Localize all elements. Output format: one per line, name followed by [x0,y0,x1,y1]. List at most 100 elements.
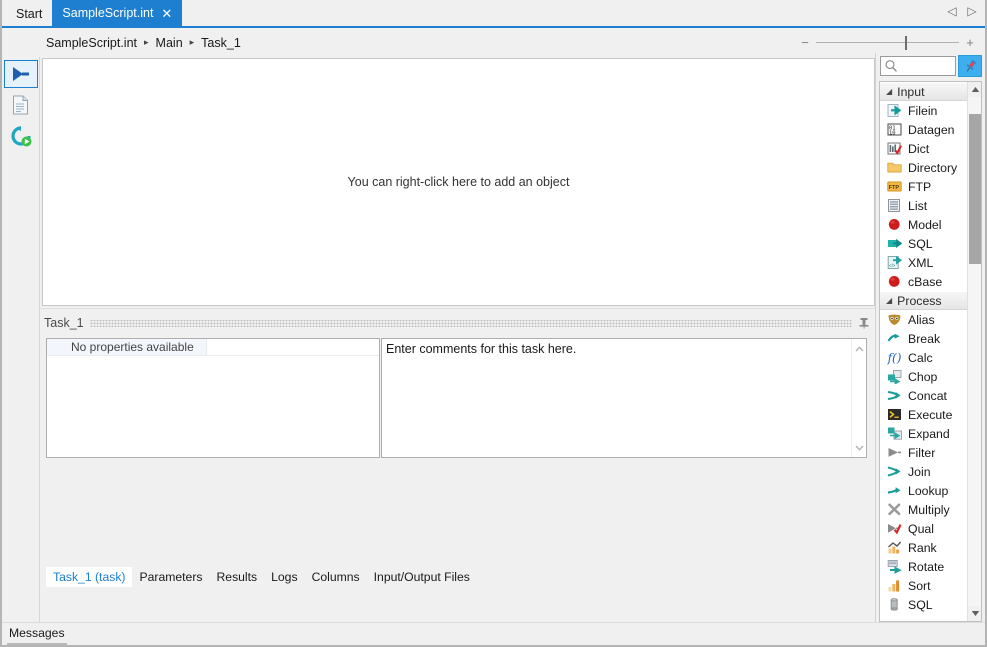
toolbox-item-sql-input[interactable]: SQL [880,234,967,253]
toolbox-item-filein[interactable]: Filein [880,101,967,120]
toolbox-item-directory[interactable]: Directory [880,158,967,177]
toolbox-item-label: Directory [908,161,957,175]
toolbox-item-label: XML [908,256,933,270]
toolbox-item-qual[interactable]: Qual [880,519,967,538]
properties-grid[interactable]: No properties available [46,338,380,458]
comments-text: Enter comments for this task here. [386,342,576,356]
toolbox-item-dict[interactable]: Dict [880,139,967,158]
scroll-down-icon[interactable] [852,440,867,455]
scroll-down-button[interactable] [968,606,982,621]
comments-scrollbar[interactable] [851,339,866,457]
toolbox-group-process[interactable]: ◢ Process [880,291,967,310]
toolbox-pin-button[interactable] [958,55,982,77]
toolbox-item-ftp[interactable]: FTP FTP [880,177,967,196]
tab-label: Logs [271,570,297,584]
toolbox-item-join[interactable]: Join [880,462,967,481]
toolbox-item-execute[interactable]: Execute [880,405,967,424]
zoom-slider[interactable] [816,34,959,52]
tab-task[interactable]: Task_1 (task) [46,567,132,587]
model-sphere-icon [886,217,902,233]
toolbox-item-label: Break [908,332,940,346]
svg-text:</>: </> [889,263,896,268]
toolbox-item-cbase[interactable]: cBase [880,272,967,291]
design-canvas[interactable]: You can right-click here to add an objec… [42,58,875,306]
rotate-icon [886,559,902,575]
toolbox-item-chop[interactable]: Chop [880,367,967,386]
search-field-wrapper[interactable] [880,56,956,76]
toolbox-item-filter[interactable]: Filter [880,443,967,462]
chevron-down-glyph [855,445,864,451]
scroll-up-icon[interactable] [852,341,867,356]
chevron-right-icon: ▸ [144,38,149,47]
breadcrumb-item-main[interactable]: Main [156,36,183,50]
tab-label: Input/Output Files [374,570,470,584]
toolbox-item-break[interactable]: Break [880,329,967,348]
folder-icon [886,160,902,176]
toolbox-item-list[interactable]: List [880,196,967,215]
toolbox-scrollbar[interactable] [967,82,981,621]
toolbox-item-alias[interactable]: Alias [880,310,967,329]
toolbox-item-label: Sort [908,579,931,593]
status-bar: Messages [2,622,985,645]
tab-parameters[interactable]: Parameters [132,567,209,587]
toolbox-item-lookup[interactable]: Lookup [880,481,967,500]
toolbox-item-model[interactable]: Model [880,215,967,234]
pin-icon[interactable] [856,315,872,331]
toolbox-item-sort[interactable]: Sort [880,576,967,595]
toolbox-item-rotate[interactable]: Rotate [880,557,967,576]
ftp-icon: FTP [886,179,902,195]
multiply-x-icon [886,502,902,518]
toolbox-item-partial[interactable] [880,614,967,621]
toolbox-item-xml[interactable]: </> XML [880,253,967,272]
tab-results[interactable]: Results [209,567,264,587]
toolbox-item-label: SQL [908,237,933,251]
close-icon[interactable]: ✕ [161,7,172,20]
document-tab-start[interactable]: Start [6,2,52,26]
zoom-in-button[interactable]: + [965,36,975,49]
tab-input-output-files[interactable]: Input/Output Files [367,567,477,587]
scroll-up-button[interactable] [968,82,982,97]
document-tab-label: Start [16,7,42,21]
zoom-out-button[interactable]: − [800,36,810,49]
toolbox-item-label: Filein [908,104,937,118]
toolbox-item-sql-process[interactable]: SQL [880,595,967,614]
toolbox-search-row [876,53,985,79]
qual-check-icon [886,521,902,537]
comments-textarea[interactable]: Enter comments for this task here. [381,338,867,458]
breadcrumb-item-task[interactable]: Task_1 [201,36,241,50]
left-icon-rail [2,57,40,645]
toolbox-item-multiply[interactable]: Multiply [880,500,967,519]
run-button[interactable] [4,60,38,88]
breadcrumb-item-script[interactable]: SampleScript.int [46,36,137,50]
zoom-slider-track [816,42,959,43]
toolbox-item-expand[interactable]: Expand [880,424,967,443]
breadcrumb: SampleScript.int ▸ Main ▸ Task_1 [46,28,241,57]
document-tab-samplescript[interactable]: SampleScript.int ✕ [52,0,182,26]
toolbox-item-label: Join [908,465,931,479]
chevron-left-icon[interactable]: ◁ [947,5,957,18]
zoom-slider-thumb[interactable] [905,36,907,50]
sort-bars-icon [886,578,902,594]
tab-label: Parameters [139,570,202,584]
toolbox-group-input[interactable]: ◢ Input [880,82,967,101]
toolbox-item-label: cBase [908,275,942,289]
tab-logs[interactable]: Logs [264,567,304,587]
status-tab-messages[interactable]: Messages [7,626,67,646]
properties-empty-value [207,339,379,355]
refresh-history-button[interactable] [4,122,38,150]
toolbox-item-label: Concat [908,389,947,403]
toolbox-item-concat[interactable]: Concat [880,386,967,405]
toolbox-item-datagen[interactable]: 0110 Datagen [880,120,967,139]
tab-columns[interactable]: Columns [305,567,367,587]
scrollbar-thumb[interactable] [969,114,981,264]
toolbox-item-label: Execute [908,408,952,422]
toolbox-item-calc[interactable]: f() Calc [880,348,967,367]
toolbox-item-label: Filter [908,446,935,460]
toolbox-item-rank[interactable]: Rank [880,538,967,557]
document-button[interactable] [4,91,38,119]
toolbox-item-label: Dict [908,142,929,156]
chevron-collapse-icon: ◢ [886,88,892,96]
toolbox-item-list[interactable]: ◢ Input Filein 0110 Datagen [879,81,982,622]
chevron-right-icon[interactable]: ▷ [967,5,977,18]
toolbox-item-label: FTP [908,180,931,194]
